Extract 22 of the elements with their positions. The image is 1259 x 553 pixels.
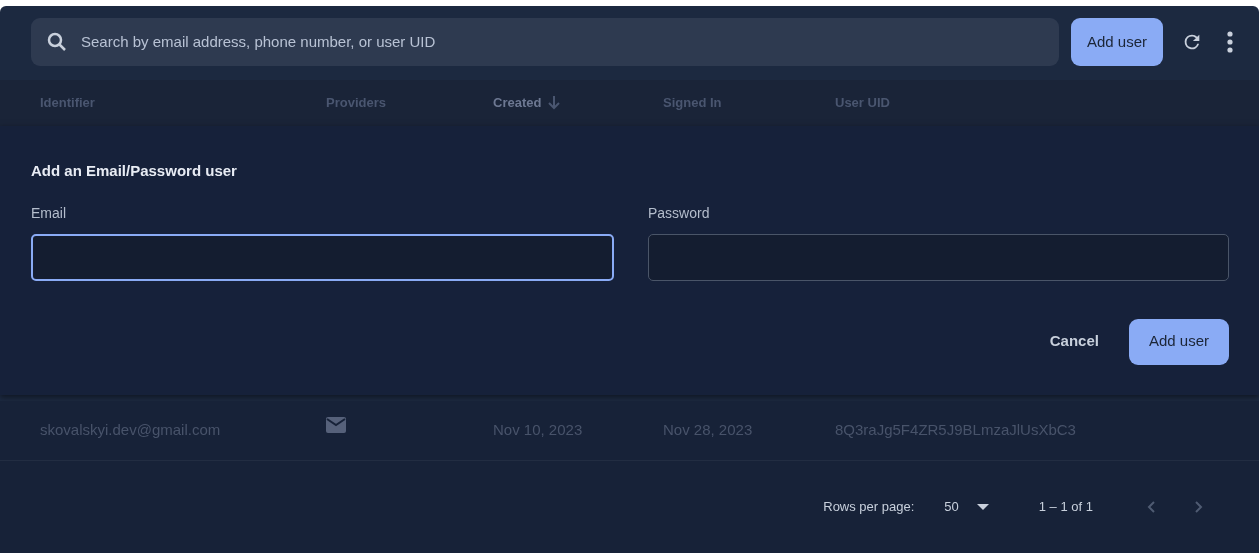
page-range: 1 – 1 of 1: [1038, 498, 1093, 516]
column-header[interactable]: Signed In: [663, 93, 722, 113]
envelope-icon: [326, 417, 346, 433]
field-label: Email: [31, 203, 67, 223]
more-icon: [1227, 31, 1233, 53]
chevron-left-icon: [1147, 500, 1155, 513]
cancel-button[interactable]: Cancel: [1033, 320, 1115, 363]
rows-per-page-select[interactable]: 50: [944, 497, 989, 517]
field-label: Password: [648, 203, 711, 223]
column-header[interactable]: Providers: [326, 93, 386, 113]
add-user-button[interactable]: Add user: [1128, 318, 1229, 365]
column-header[interactable]: User UID: [835, 93, 890, 113]
column-header[interactable]: Identifier: [40, 93, 95, 113]
form-title: Add an Email/Password user: [31, 161, 238, 181]
password-field[interactable]: [648, 233, 1229, 281]
email-field[interactable]: [31, 233, 614, 281]
search-field[interactable]: Search by email address, phone number, or user UID: [31, 18, 1059, 66]
rows-per-page-label: Rows per page:: [823, 498, 915, 516]
add-user-button[interactable]: Add user: [1070, 18, 1163, 66]
chevron-right-icon: [1195, 500, 1203, 513]
column-header[interactable]: Created: [493, 93, 542, 113]
dropdown-icon: [976, 503, 989, 510]
